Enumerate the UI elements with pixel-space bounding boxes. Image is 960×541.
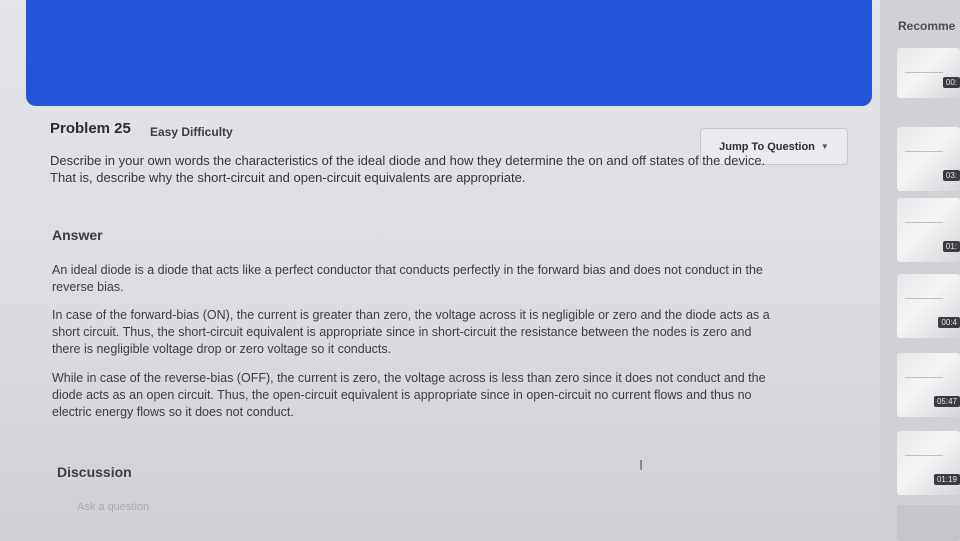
video-duration: 01:19 [933,474,960,485]
recommended-videos-panel: Recomme 00: 03: 01: 00:4 05:47 01:19 [880,0,960,541]
text-cursor-icon: I [639,457,644,474]
video-duration: 01: [942,241,960,252]
thumbnail-image [905,62,943,73]
video-thumbnail[interactable]: 01: [897,198,960,262]
problem-title: Problem 25 [50,120,131,137]
video-thumbnail[interactable]: 00: [897,48,960,98]
video-thumbnail[interactable]: 00:4 [897,274,960,338]
difficulty-label: Easy Difficulty [150,125,233,139]
video-thumbnail[interactable]: 01:19 [897,431,960,495]
thumbnail-image [905,445,943,456]
thumbnail-image [905,288,943,299]
answer-paragraph: An ideal diode is a diode that acts like… [52,263,763,294]
thumbnail-image [905,212,943,223]
video-duration: 00: [942,77,960,88]
thumbnail-image [905,367,943,378]
recommended-title: Recomme [898,19,956,33]
video-duration: 00:4 [938,317,960,328]
video-thumbnail[interactable]: 05:47 [897,353,960,417]
video-thumbnail[interactable]: 03: [897,127,960,191]
discussion-heading: Discussion [57,464,132,480]
answer-heading: Answer [52,227,103,243]
main-content: Problem 25 Easy Difficulty Jump To Quest… [0,0,880,541]
ask-question-input[interactable] [60,495,577,519]
answer-paragraph: While in case of the reverse-bias (OFF),… [52,371,766,419]
answer-paragraph: In case of the forward-bias (ON), the cu… [52,308,770,356]
jump-to-question-label: Jump To Question [719,140,815,153]
question-text: Describe in your own words the character… [50,153,766,185]
video-thumbnail[interactable] [897,505,960,541]
video-duration: 05:47 [933,396,960,407]
thumbnail-image [905,141,943,152]
chevron-down-icon: ▼ [820,142,829,151]
video-duration: 03: [942,170,960,181]
